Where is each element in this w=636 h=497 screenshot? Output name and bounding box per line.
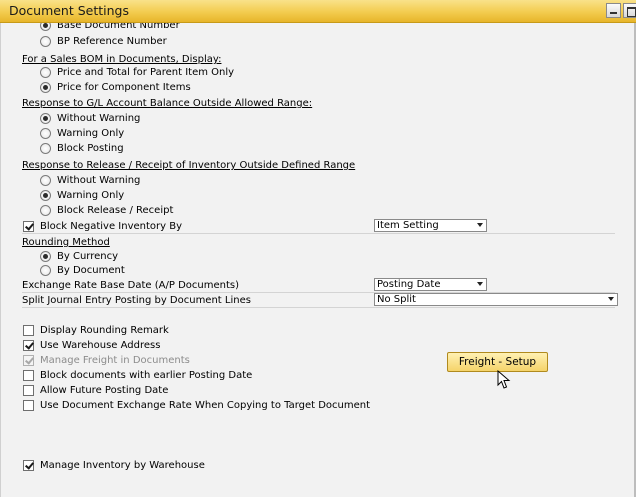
- price-component-radio[interactable]: [40, 82, 51, 93]
- block-negative-select[interactable]: Item Setting: [374, 219, 487, 232]
- minimize-icon[interactable]: [606, 3, 621, 18]
- rr-without-warning-label: Without Warning: [57, 175, 141, 186]
- gl-block-posting-radio[interactable]: [40, 143, 51, 154]
- exchange-rate-label: Exchange Rate Base Date (A/P Documents): [22, 280, 239, 291]
- maximize-icon[interactable]: [623, 3, 636, 18]
- block-negative-checkbox[interactable]: [23, 221, 34, 232]
- gl-warning-only-label: Warning Only: [57, 128, 125, 139]
- rounding-by-currency-radio[interactable]: [40, 251, 51, 262]
- display-rounding-label: Display Rounding Remark: [40, 325, 169, 336]
- window-title-overlay: Document Settings: [9, 3, 130, 18]
- title-bar-overlay: Document Settings: [0, 0, 636, 23]
- split-journal-select[interactable]: No Split: [374, 293, 618, 306]
- gl-balance-header: Response to G/L Account Balance Outside …: [22, 98, 313, 109]
- rr-block-release-radio[interactable]: [40, 205, 51, 216]
- bp-reference-number-radio[interactable]: [40, 36, 51, 47]
- row-separator: [22, 233, 615, 234]
- block-negative-select-value: Item Setting: [377, 220, 439, 231]
- gl-without-warning-label: Without Warning: [57, 113, 141, 124]
- bp-reference-number-label: BP Reference Number: [57, 36, 167, 47]
- manage-freight-checkbox: [23, 355, 34, 366]
- split-journal-label: Split Journal Entry Posting by Document …: [22, 295, 251, 306]
- exchange-rate-select[interactable]: Posting Date: [374, 278, 487, 291]
- gl-without-warning-radio[interactable]: [40, 113, 51, 124]
- chevron-down-icon: [608, 297, 614, 301]
- rounding-by-document-label: By Document: [57, 265, 125, 276]
- use-doc-rate-checkbox[interactable]: [23, 400, 34, 411]
- price-parent-label: Price and Total for Parent Item Only: [57, 67, 235, 78]
- release-receipt-header: Response to Release / Receipt of Invento…: [22, 160, 356, 171]
- block-earlier-checkbox[interactable]: [23, 370, 34, 381]
- rr-warning-only-radio[interactable]: [40, 190, 51, 201]
- split-journal-select-value: No Split: [377, 294, 416, 305]
- window-border-left: [0, 22, 1, 497]
- rr-without-warning-radio[interactable]: [40, 175, 51, 186]
- use-warehouse-checkbox[interactable]: [23, 340, 34, 351]
- chevron-down-icon: [477, 223, 483, 227]
- manage-freight-label: Manage Freight in Documents: [40, 355, 190, 366]
- chevron-down-icon: [477, 282, 483, 286]
- block-earlier-label: Block documents with earlier Posting Dat…: [40, 370, 253, 381]
- gl-block-posting-label: Block Posting: [57, 143, 124, 154]
- use-doc-rate-label: Use Document Exchange Rate When Copying …: [40, 400, 371, 411]
- mouse-pointer-icon: [497, 370, 511, 389]
- block-negative-label: Block Negative Inventory By: [40, 221, 183, 232]
- manage-inventory-checkbox[interactable]: [23, 460, 34, 471]
- rr-block-release-label: Block Release / Receipt: [57, 205, 174, 216]
- row-separator: [22, 307, 615, 308]
- price-component-label: Price for Component Items: [57, 82, 191, 93]
- sales-bom-header: For a Sales BOM in Documents, Display:: [22, 54, 222, 65]
- rounding-by-currency-label: By Currency: [57, 251, 119, 262]
- manage-inventory-label: Manage Inventory by Warehouse: [40, 460, 205, 471]
- allow-future-label: Allow Future Posting Date: [40, 385, 169, 396]
- rounding-by-document-radio[interactable]: [40, 265, 51, 276]
- gl-warning-only-radio[interactable]: [40, 128, 51, 139]
- use-warehouse-label: Use Warehouse Address: [40, 340, 161, 351]
- display-rounding-checkbox[interactable]: [23, 325, 34, 336]
- allow-future-checkbox[interactable]: [23, 385, 34, 396]
- freight-setup-button[interactable]: Freight - Setup: [447, 352, 548, 372]
- price-parent-radio[interactable]: [40, 67, 51, 78]
- rounding-header: Rounding Method: [22, 237, 110, 248]
- rr-warning-only-label: Warning Only: [57, 190, 125, 201]
- exchange-rate-select-value: Posting Date: [377, 279, 441, 290]
